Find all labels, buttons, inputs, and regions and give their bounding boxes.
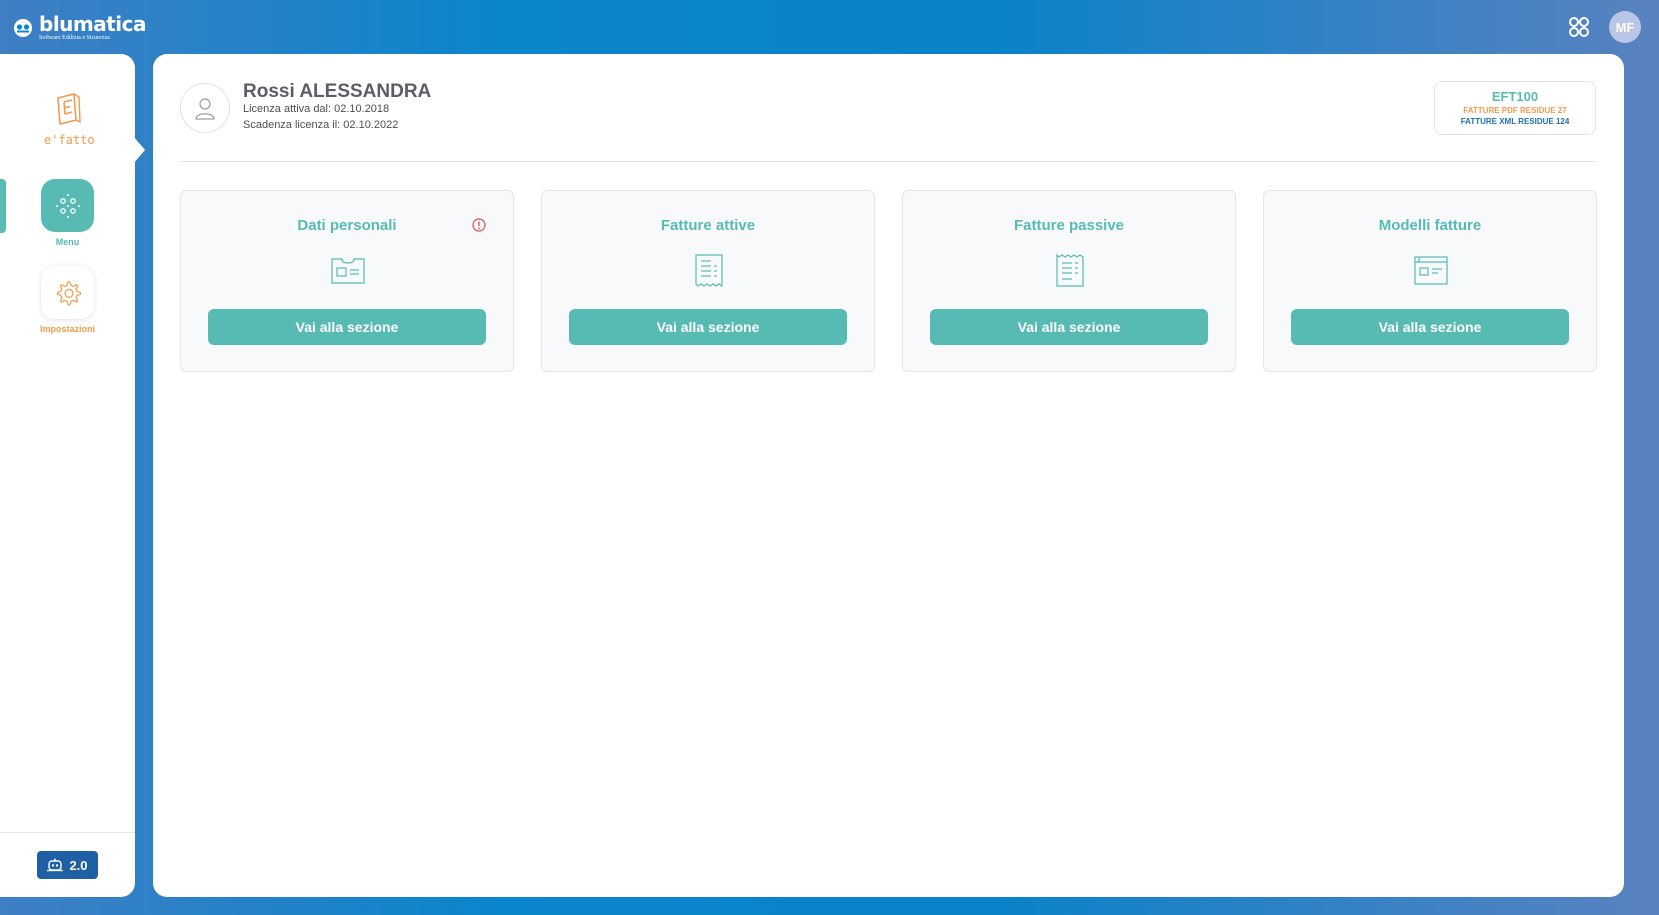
card-modelli-fatture: Modelli fatture Vai alla sezione <box>1263 190 1597 372</box>
template-icon <box>1414 256 1448 285</box>
id-card-icon <box>331 258 365 284</box>
user-name: Rossi ALESSANDRA <box>243 81 432 102</box>
sidebar-active-notch <box>133 136 145 164</box>
brand-tagline: Software Edilizia e Sicurezza <box>39 35 110 41</box>
plan-box: EFT100 FATTURE PDF RESIDUE 27 FATTURE XM… <box>1434 81 1596 135</box>
sidebar-item-menu-label: Menu <box>55 237 80 247</box>
user-avatar-button[interactable]: MF <box>1609 11 1641 43</box>
efatto-logo-icon <box>57 92 81 126</box>
sidebar-item-settings-label: Impostazioni <box>39 324 95 334</box>
sidebar-divider <box>0 832 135 833</box>
sidebar-item-settings[interactable] <box>41 266 94 319</box>
robot-icon <box>47 858 64 872</box>
sidebar-item-menu[interactable] <box>41 179 94 232</box>
user-icon <box>195 98 215 120</box>
go-to-section-button[interactable]: Vai alla sezione <box>1291 309 1569 345</box>
grid-dots-icon <box>55 193 80 218</box>
receipt-icon <box>1056 253 1084 287</box>
version-badge[interactable]: 2.0 <box>37 851 98 879</box>
alert-icon[interactable] <box>472 218 486 232</box>
main-panel: Rossi ALESSANDRA Licenza attiva dal: 02.… <box>153 54 1624 897</box>
plan-xml-remaining: FATTURE XML RESIDUE 124 <box>1460 117 1570 126</box>
license-expiry-date: Scadenza licenza il: 02.10.2022 <box>243 119 399 131</box>
card-fatture-passive: Fatture passive Vai alla sezione <box>902 190 1236 372</box>
go-to-section-button[interactable]: Vai alla sezione <box>930 309 1208 345</box>
version-label: 2.0 <box>69 857 88 873</box>
active-indicator <box>0 179 6 233</box>
plan-pdf-remaining: FATTURE PDF RESIDUE 27 <box>1463 106 1567 115</box>
product-logo[interactable]: e'fatto <box>44 92 95 147</box>
go-to-section-button[interactable]: Vai alla sezione <box>569 309 847 345</box>
gear-icon <box>56 280 81 305</box>
brand-logo[interactable]: blumatica Software Edilizia e Sicurezza <box>13 12 147 41</box>
card-title: Modelli fatture <box>1378 217 1482 234</box>
receipt-icon <box>695 254 723 288</box>
apps-grid-icon[interactable] <box>1568 16 1590 38</box>
plan-code: EFT100 <box>1491 89 1539 104</box>
card-title: Dati personali <box>297 217 397 234</box>
header-divider <box>180 161 1596 162</box>
brand-name: blumatica <box>39 12 147 36</box>
card-title: Fatture passive <box>1013 217 1125 234</box>
blumatica-logo-icon <box>14 18 32 37</box>
top-bar: blumatica Software Edilizia e Sicurezza … <box>0 0 1659 54</box>
card-fatture-attive: Fatture attive Vai alla sezione <box>541 190 875 372</box>
go-to-section-button[interactable]: Vai alla sezione <box>208 309 486 345</box>
license-active-date: Licenza attiva dal: 02.10.2018 <box>243 103 390 115</box>
card-dati-personali: Dati personali Vai alla sezione <box>180 190 514 372</box>
user-avatar <box>180 83 230 133</box>
product-name: e'fatto <box>44 133 95 147</box>
sidebar: e'fatto Menu Impostazioni 2.0 <box>0 54 135 897</box>
card-title: Fatture attive <box>660 217 756 234</box>
